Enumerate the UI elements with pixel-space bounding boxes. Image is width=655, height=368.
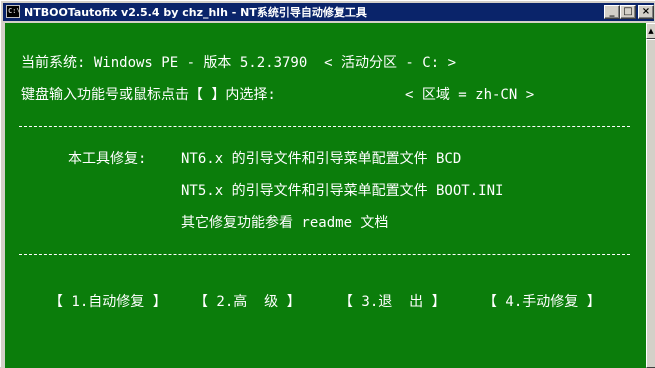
close-button[interactable]: × xyxy=(638,5,654,19)
minimize-button[interactable]: _ xyxy=(604,5,620,19)
console-window: C:\ NTBOOTautofix v2.5.4 by chz_hlh - NT… xyxy=(0,0,655,368)
divider-top xyxy=(19,126,630,127)
divider-bottom xyxy=(19,254,630,255)
window-title: NTBOOTautofix v2.5.4 by chz_hlh - NT系统引导… xyxy=(24,6,367,19)
other-fixes-line: 其它修复功能参看 readme 文档 xyxy=(181,215,389,231)
tool-label: 本工具修复: xyxy=(68,151,147,167)
fix-nt5-line: NT5.x 的引导文件和引导菜单配置文件 BOOT.INI xyxy=(181,183,504,199)
advanced-button[interactable]: 【 2.高 级 】 xyxy=(194,294,301,310)
auto-repair-button[interactable]: 【 1.自动修复 】 xyxy=(49,294,167,310)
fix-nt6-line: NT6.x 的引导文件和引导菜单配置文件 BCD xyxy=(181,151,462,167)
scroll-thumb[interactable] xyxy=(646,39,655,368)
console-output[interactable]: 当前系统: Windows PE - 版本 5.2.3790 < 活动分区 - … xyxy=(5,23,646,368)
current-system-line: 当前系统: Windows PE - 版本 5.2.3790 < 活动分区 - … xyxy=(21,55,457,71)
exit-button[interactable]: 【 3.退 出 】 xyxy=(339,294,446,310)
vertical-scrollbar[interactable]: ▲ xyxy=(646,23,655,368)
scroll-up-arrow-icon[interactable]: ▲ xyxy=(646,23,655,39)
console-app-icon[interactable]: C:\ xyxy=(6,5,20,18)
locale-indicator: < 区域 = zh-CN > xyxy=(405,87,535,103)
title-bar[interactable]: C:\ NTBOOTautofix v2.5.4 by chz_hlh - NT… xyxy=(3,3,654,21)
input-prompt-line: 键盘输入功能号或鼠标点击【 】内选择: xyxy=(21,87,276,103)
manual-repair-button[interactable]: 【 4.手动修复 】 xyxy=(483,294,601,310)
maximize-button[interactable]: □ xyxy=(620,5,636,19)
